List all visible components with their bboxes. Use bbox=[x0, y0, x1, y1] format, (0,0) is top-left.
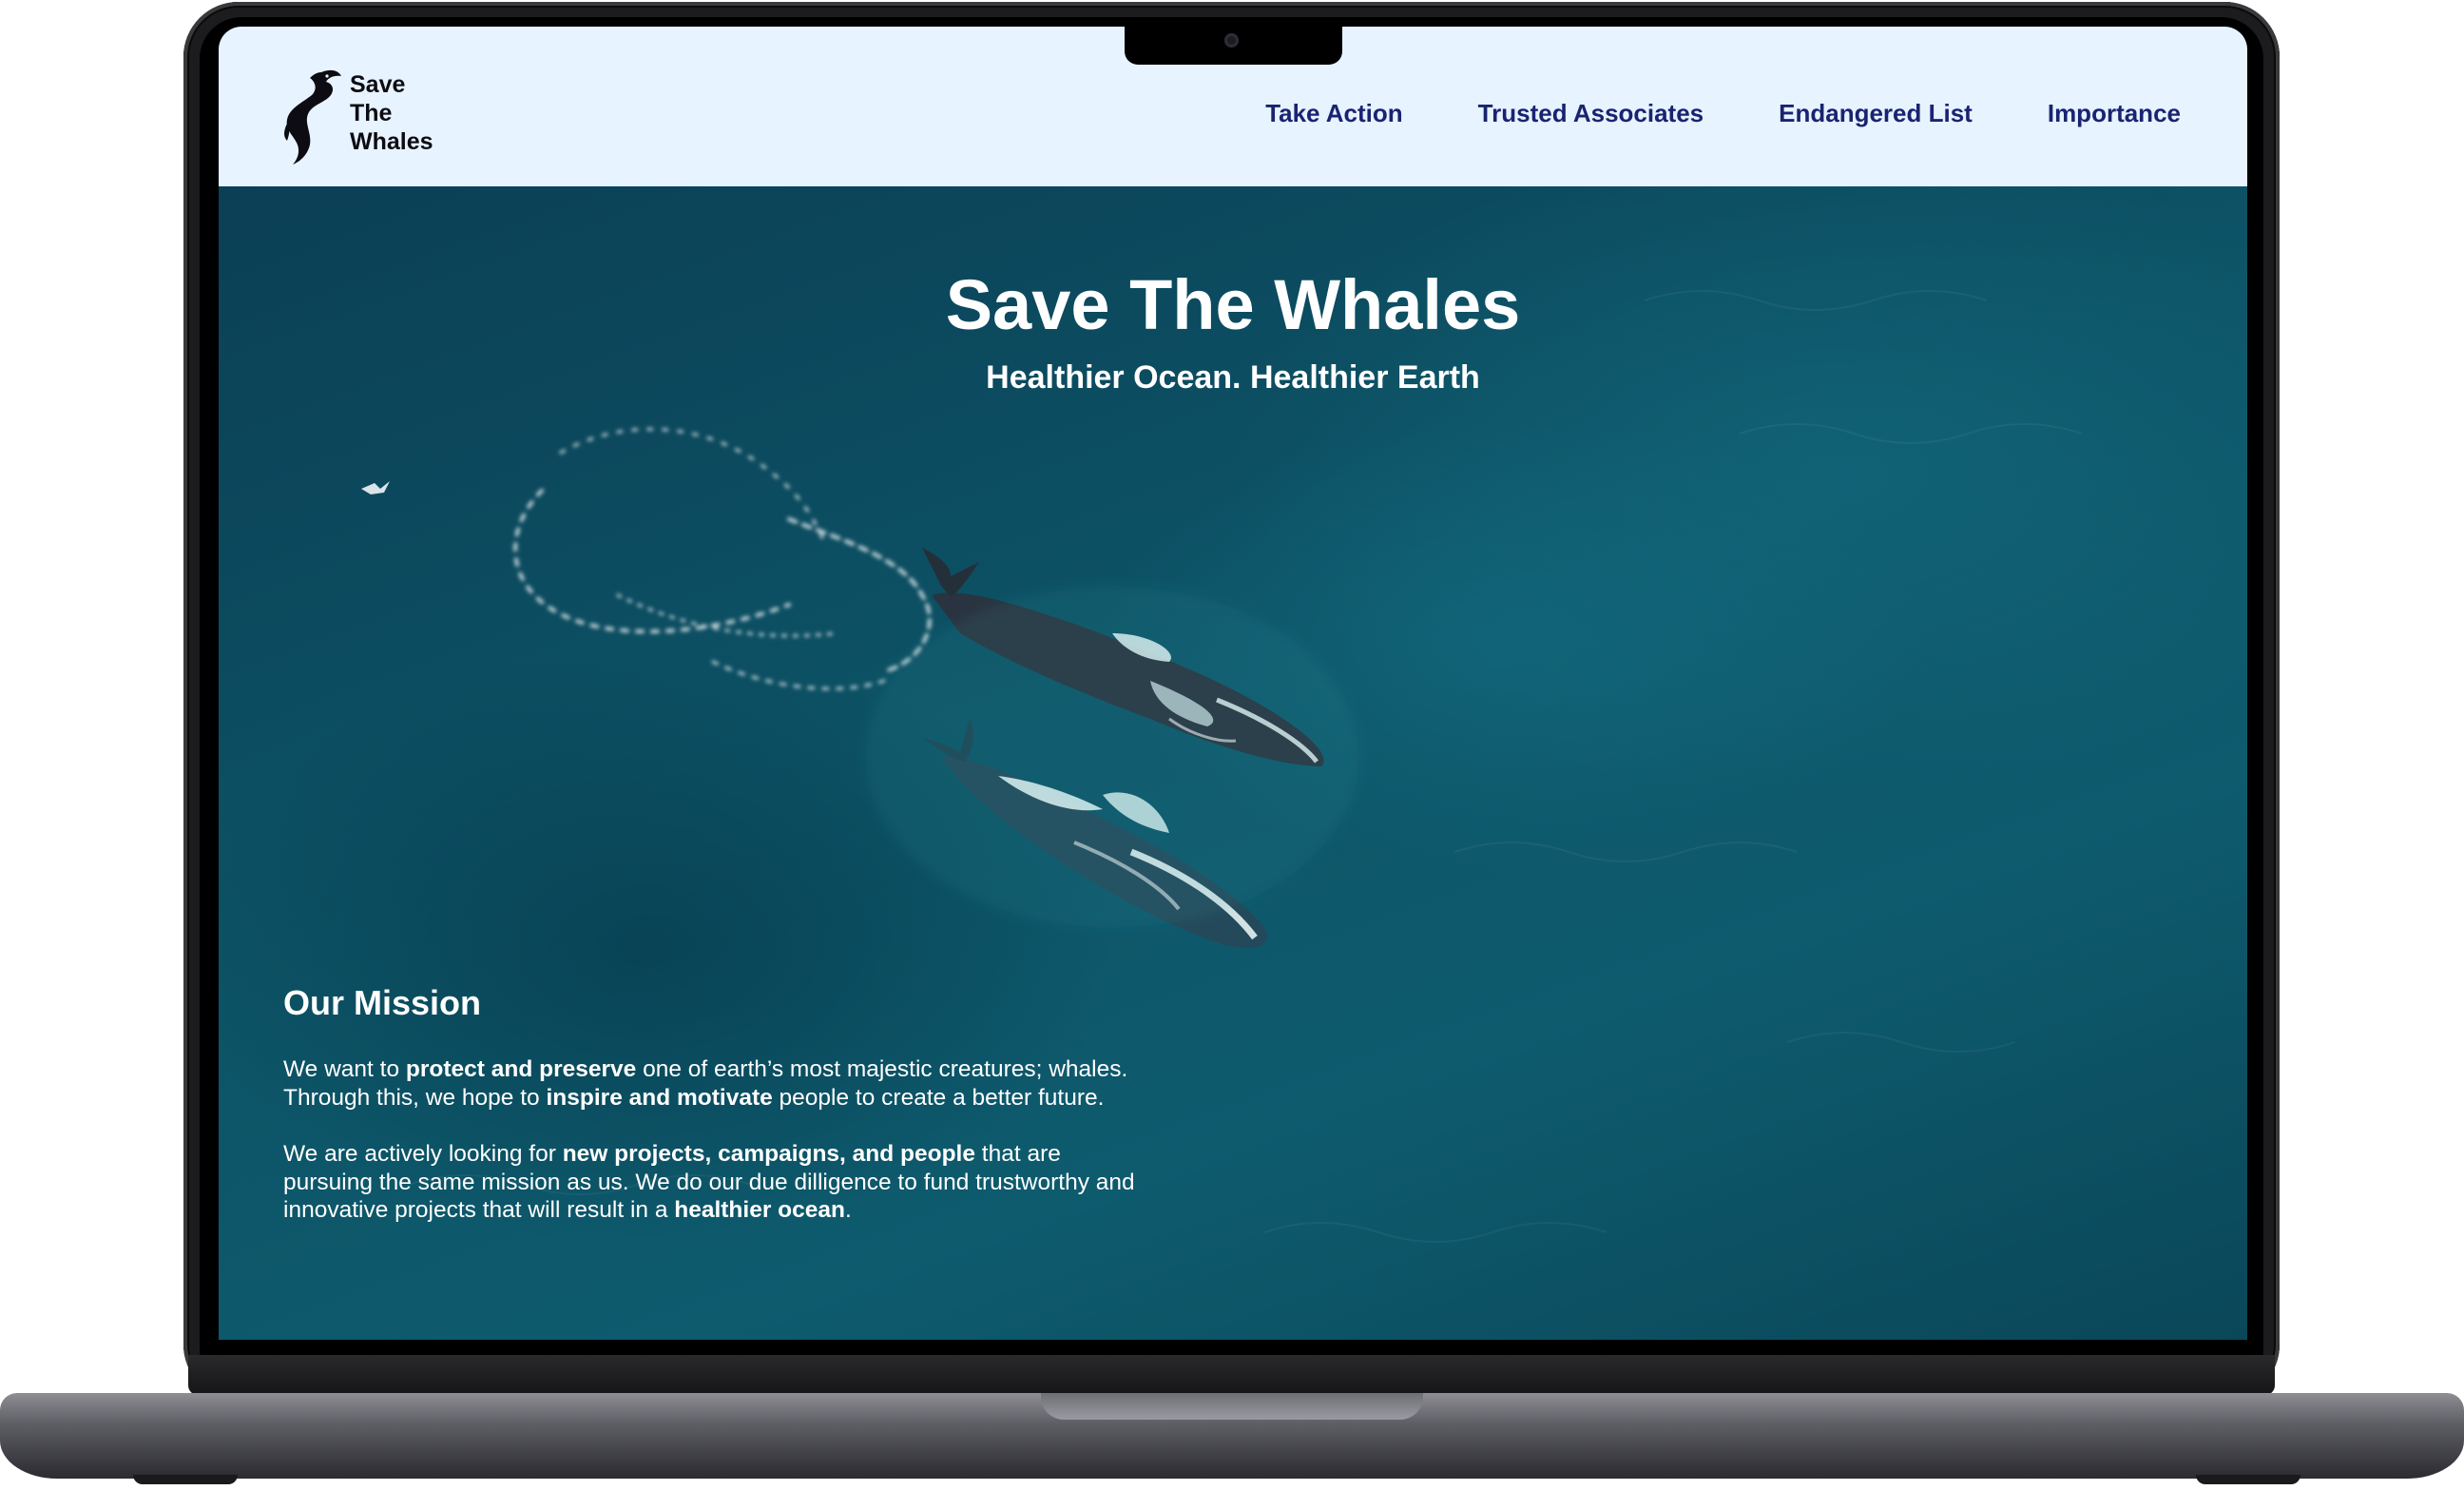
mission-emphasis: protect and preserve bbox=[405, 1056, 637, 1082]
mission-emphasis: inspire and motivate bbox=[546, 1084, 773, 1111]
hero-subtitle: Healthier Ocean. Healthier Earth bbox=[986, 359, 1480, 396]
whale-tail-icon bbox=[284, 69, 341, 164]
logo-line: Save bbox=[350, 71, 406, 98]
hero-title: Save The Whales bbox=[945, 265, 1521, 344]
laptop-screen: Save The Whales Take Action Trusted Asso… bbox=[219, 27, 2247, 1340]
mission-section: Our Mission We want to protect and prese… bbox=[283, 983, 1139, 1253]
mission-paragraph-2: We are actively looking for new projects… bbox=[283, 1140, 1139, 1225]
nav-link-take-action[interactable]: Take Action bbox=[1265, 99, 1402, 128]
mission-emphasis: healthier ocean bbox=[674, 1197, 845, 1224]
nav-link-importance[interactable]: Importance bbox=[2048, 99, 2181, 128]
logo-line: Whales bbox=[350, 128, 433, 155]
logo-text: Save The Whales bbox=[350, 70, 433, 156]
main-nav: Take Action Trusted Associates Endangere… bbox=[1265, 99, 2181, 128]
mission-text: people to create a better future. bbox=[772, 1084, 1105, 1111]
site-logo[interactable]: Save The Whales bbox=[283, 67, 433, 165]
hero-section: Save The Whales Healthier Ocean. Healthi… bbox=[219, 186, 2247, 1340]
logo-line: The bbox=[350, 100, 393, 126]
camera-icon bbox=[1224, 33, 1239, 48]
laptop-foot-right bbox=[2196, 1475, 2300, 1484]
mission-emphasis: new projects, campaigns, and people bbox=[562, 1141, 975, 1168]
laptop-opening-lip bbox=[1041, 1393, 1423, 1420]
nav-link-trusted-associates[interactable]: Trusted Associates bbox=[1478, 99, 1704, 128]
nav-link-endangered-list[interactable]: Endangered List bbox=[1779, 99, 1973, 128]
laptop-foot-left bbox=[133, 1475, 238, 1484]
mission-paragraph-1: We want to protect and preserve one of e… bbox=[283, 1055, 1139, 1112]
mission-heading: Our Mission bbox=[283, 983, 482, 1022]
mission-text: We want to bbox=[283, 1056, 406, 1082]
mission-text: . bbox=[844, 1197, 852, 1224]
mission-text: We are actively looking for bbox=[283, 1141, 563, 1168]
laptop-hinge bbox=[188, 1355, 2275, 1395]
